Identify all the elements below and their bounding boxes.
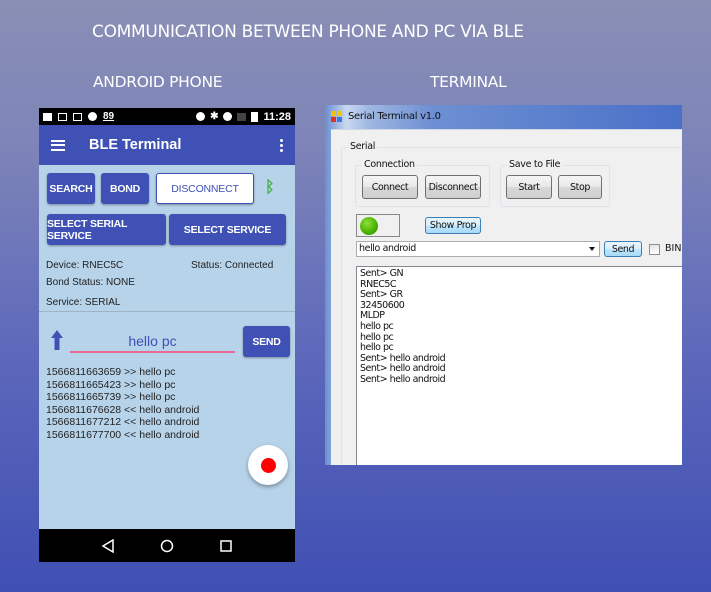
search-button[interactable]: SEARCH — [47, 173, 95, 204]
connection-status-indicator — [356, 214, 400, 237]
overflow-menu-icon[interactable] — [280, 138, 283, 152]
clock: 11:28 — [263, 110, 291, 123]
window-title: Serial Terminal v1.0 — [348, 110, 441, 122]
image-icon — [58, 112, 67, 121]
do-not-disturb-icon — [223, 112, 233, 121]
start-button[interactable]: Start — [506, 175, 552, 199]
log-line: 1566811676628 << hello android — [46, 403, 200, 416]
bluetooth-icon: ✱ — [210, 111, 219, 122]
log-line: Sent> GN — [360, 268, 404, 279]
service-label: Service: SERIAL — [46, 297, 121, 308]
device-label: Device: RNEC5C — [46, 260, 124, 271]
navigation-bar — [39, 529, 295, 562]
location-icon — [196, 112, 206, 121]
recents-icon[interactable] — [220, 539, 232, 552]
notification-count: 89 — [103, 111, 115, 122]
main-title: COMMUNICATION BETWEEN PHONE AND PC VIA B… — [92, 22, 524, 42]
message-input[interactable] — [70, 331, 235, 353]
android-phone-label: ANDROID PHONE — [93, 73, 223, 91]
divider — [39, 311, 295, 312]
terminal-log[interactable]: Sent> GN RNEC5C Sent> GR 32450600 MLDP h… — [356, 266, 682, 465]
bond-status-label: Bond Status: NONE — [46, 277, 135, 288]
back-icon[interactable] — [102, 538, 114, 553]
status-bar: 89 ✱ 11:28 — [39, 108, 295, 125]
battery-charging-icon — [251, 111, 259, 122]
home-icon[interactable] — [160, 539, 174, 553]
app-title: BLE Terminal — [89, 137, 182, 153]
video-icon — [43, 112, 52, 121]
alert-icon — [73, 112, 82, 121]
show-prop-button[interactable]: Show Prop — [425, 217, 481, 234]
bin-checkbox[interactable] — [649, 244, 660, 255]
terminal-label: TERMINAL — [430, 73, 507, 91]
window-client: Serial Connection Connect Disconnect Sav… — [331, 129, 682, 465]
send-button[interactable]: SEND — [243, 326, 290, 357]
app-logo-icon — [331, 110, 342, 122]
stop-button[interactable]: Stop — [558, 175, 602, 199]
log-line: 1566811665739 >> hello pc — [46, 391, 176, 404]
log-line: hello pc — [360, 320, 394, 332]
select-serial-service-button[interactable]: SELECT SERIAL SERVICE — [47, 214, 166, 245]
menu-icon[interactable] — [51, 139, 65, 151]
dropdown-arrow-icon[interactable] — [589, 247, 595, 251]
app-bar: BLE Terminal — [39, 125, 295, 165]
log-line: 1566811663659 >> hello pc — [46, 366, 176, 378]
record-icon — [260, 457, 276, 473]
log-line: 1566811665423 >> hello pc — [46, 378, 176, 391]
send-text-combo[interactable]: hello android — [356, 241, 600, 257]
connect-button[interactable]: Connect — [362, 175, 418, 199]
serial-terminal-window: Serial Terminal v1.0 Serial Connection C… — [325, 105, 682, 465]
disconnect-pc-button[interactable]: Disconnect — [425, 175, 481, 199]
send-pc-button[interactable]: Send — [604, 241, 642, 257]
log-line: Sent> hello android — [360, 373, 446, 385]
connection-group-label: Connection — [362, 159, 417, 170]
android-icon — [88, 112, 97, 121]
record-button[interactable] — [248, 445, 288, 485]
bin-label: BIN — [665, 243, 682, 254]
log-line: 1566811677212 << hello android — [46, 416, 200, 429]
phone-log: 1566811663659 >> hello pc 1566811665423 … — [46, 366, 199, 442]
android-phone-screen: 89 ✱ 11:28 BLE Terminal SEARCH BOND DISC… — [39, 108, 295, 562]
save-to-file-label: Save to File — [507, 159, 563, 170]
serial-group-label: Serial — [348, 141, 378, 152]
status-label: Status: Connected — [191, 260, 274, 271]
no-signal-icon — [237, 112, 247, 121]
disconnect-button[interactable]: DISCONNECT — [156, 173, 254, 204]
window-titlebar[interactable]: Serial Terminal v1.0 — [325, 105, 682, 127]
bluetooth-status-icon: ᛒ — [265, 179, 275, 196]
up-arrow-icon[interactable] — [51, 330, 63, 350]
status-led-icon — [360, 217, 378, 235]
bond-button[interactable]: BOND — [101, 173, 149, 204]
send-text-value: hello android — [359, 243, 416, 254]
select-service-button[interactable]: SELECT SERVICE — [169, 214, 286, 245]
log-line: 1566811677700 << hello android — [46, 428, 200, 441]
